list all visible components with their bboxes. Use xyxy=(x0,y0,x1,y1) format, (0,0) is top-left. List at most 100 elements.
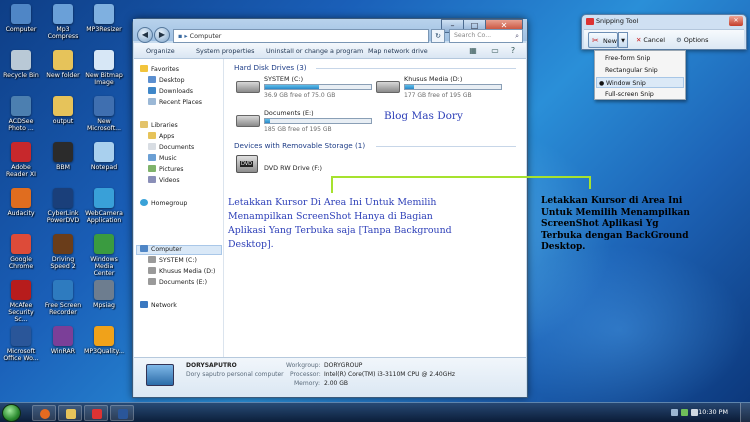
new-snip-button[interactable]: ✂ New xyxy=(588,32,618,48)
drive-usage-fill xyxy=(405,85,414,89)
volume-icon[interactable] xyxy=(691,409,698,416)
nav-computer[interactable]: Computer xyxy=(140,245,182,254)
desktop-icon-webcamera[interactable]: WebCamera Application xyxy=(84,188,124,224)
forward-button[interactable]: ▶ xyxy=(154,27,170,43)
desktop-icon-mcafee[interactable]: McAfee Security Sc... xyxy=(1,280,41,323)
selected-dot-icon: ● xyxy=(599,80,605,87)
hard-disk-group-header[interactable]: Hard Disk Drives (3) xyxy=(234,63,307,72)
organize-button[interactable]: Organize xyxy=(146,43,175,59)
nav-pictures[interactable]: Pictures xyxy=(148,165,184,174)
desktop-icon-label: Mp3 Compress xyxy=(47,26,79,40)
new-microsoft-icon xyxy=(94,96,114,116)
desktop-icon-computer[interactable]: Computer xyxy=(1,4,41,33)
options-button[interactable]: ⚙ Options xyxy=(676,32,708,48)
nav-documents[interactable]: Documents xyxy=(148,143,194,152)
command-bar: Organize System properties Uninstall or … xyxy=(134,43,526,59)
desktop-icon-winrar[interactable]: WinRAR xyxy=(43,326,83,355)
refresh-icon[interactable]: ↻ xyxy=(431,29,445,43)
desktop-icon-cyberlink[interactable]: CyberLink PowerDVD xyxy=(43,188,83,224)
desktop-icon-ms-office-word[interactable]: Microsoft Office Wo... xyxy=(1,326,41,362)
word-icon xyxy=(118,409,128,419)
desktop-icon-label: ACDSee Photo ... xyxy=(8,118,34,132)
output-icon xyxy=(53,96,73,116)
nav-libraries[interactable]: Libraries xyxy=(140,121,178,130)
desktop-icon-mp3-compress[interactable]: Mp3 Compress xyxy=(43,4,83,40)
desktop-icon-output[interactable]: output xyxy=(43,96,83,125)
address-bar[interactable]: ▪ ▸ Computer xyxy=(173,29,429,43)
uninstall-program-button[interactable]: Uninstall or change a program xyxy=(266,43,363,59)
desktop-icon-free-screen-recorder[interactable]: Free Screen Recorder xyxy=(43,280,83,316)
snipping-tool-window[interactable]: Snipping Tool ✕ ✂ New ▼ ✕ Cancel ⚙ Optio… xyxy=(581,14,747,50)
nav-music[interactable]: Music xyxy=(148,154,177,163)
desktop-icon-audacity[interactable]: Audacity xyxy=(1,188,41,217)
nav-apps[interactable]: Apps xyxy=(148,132,174,141)
clock[interactable]: 10:30 PM xyxy=(698,408,728,416)
computer-icon xyxy=(140,245,148,252)
nav-khusus-media-d[interactable]: Khusus Media (D:) xyxy=(148,267,215,276)
taskbar-firefox[interactable] xyxy=(32,405,56,421)
nav-desktop[interactable]: Desktop xyxy=(148,76,185,85)
desktop-icon-new-folder[interactable]: New folder xyxy=(43,50,83,79)
annotation-line: Desktop. xyxy=(541,242,586,252)
bbm-icon xyxy=(53,142,73,162)
adobe-reader-icon xyxy=(11,142,31,162)
nav-network[interactable]: Network xyxy=(140,301,177,310)
taskbar-explorer[interactable] xyxy=(58,405,82,421)
menu-item-full-screen[interactable]: Full-screen Snip xyxy=(596,89,684,100)
nav-recent-places[interactable]: Recent Places xyxy=(148,98,202,107)
desktop-icon-mp3quality[interactable]: MP3Quality... xyxy=(84,326,124,355)
start-button[interactable] xyxy=(2,404,21,422)
nav-videos[interactable]: Videos xyxy=(148,176,180,185)
desktop-icon-windows-media-center[interactable]: Windows Media Center xyxy=(84,234,124,277)
desktop-icon-adobe-reader[interactable]: Adobe Reader XI xyxy=(1,142,41,178)
annotation-connector xyxy=(331,176,333,193)
cancel-button[interactable]: ✕ Cancel xyxy=(636,32,665,48)
nav-system-c[interactable]: SYSTEM (C:) xyxy=(148,256,197,265)
preview-pane-icon[interactable]: ▭ xyxy=(490,46,500,56)
annotation-line: Menampilkan ScreenShot Hanya di Bagian xyxy=(228,211,433,222)
search-input[interactable]: Search Co... ⌕ xyxy=(449,29,523,43)
annotation-line: Terbuka dengan BackGround xyxy=(541,230,689,241)
desktop-icon-mp3resizer[interactable]: MP3Resizer xyxy=(84,4,124,33)
mp3-compress-icon xyxy=(53,4,73,24)
taskbar-word[interactable] xyxy=(110,405,134,421)
close-button[interactable]: ✕ xyxy=(729,16,743,26)
menu-item-free-form[interactable]: Free-form Snip xyxy=(596,53,684,64)
desktop-icon-notepad[interactable]: Notepad xyxy=(84,142,124,171)
removable-storage-group-header[interactable]: Devices with Removable Storage (1) xyxy=(234,141,365,150)
desktop-icon-recycle-bin[interactable]: Recycle Bin xyxy=(1,50,41,79)
nav-favorites[interactable]: Favorites xyxy=(140,65,179,74)
view-options-icon[interactable]: ▦ xyxy=(468,46,478,56)
nav-downloads[interactable]: Downloads xyxy=(148,87,193,96)
snip-mode-dropdown[interactable]: ▼ xyxy=(618,32,628,48)
drive-usage-fill xyxy=(265,85,320,89)
annotation-line: ScreenShot Aplikasi Yg xyxy=(541,219,659,229)
menu-item-window-snip[interactable]: ● Window Snip xyxy=(596,77,684,88)
computer-icon xyxy=(146,364,174,386)
drive-usage-bar xyxy=(264,118,372,124)
desktop-icon-mpsiag[interactable]: Mpsiag xyxy=(84,280,124,309)
desktop-icon-acdsee[interactable]: ACDSee Photo ... xyxy=(1,96,41,132)
annotation-line: Letakkan Kursor di Area Ini xyxy=(541,196,683,206)
desktop-icon-google-chrome[interactable]: Google Chrome xyxy=(1,234,41,270)
back-button[interactable]: ◀ xyxy=(137,27,153,43)
menu-item-rectangular[interactable]: Rectangular Snip xyxy=(596,65,684,76)
desktop-icon-driving-speed[interactable]: Driving Speed 2 xyxy=(43,234,83,270)
map-network-drive-button[interactable]: Map network drive xyxy=(368,43,428,59)
memory-value: 2.00 GB xyxy=(324,380,349,387)
annotation-window-area: Letakkan Kursor Di Area Ini Untuk Memili… xyxy=(228,196,452,252)
nav-homegroup[interactable]: Homegroup xyxy=(140,199,187,208)
flag-icon[interactable] xyxy=(671,409,678,416)
desktop-icon-new-microsoft[interactable]: New Microsoft... xyxy=(84,96,124,132)
desktop-icon-bbm[interactable]: BBM xyxy=(43,142,83,171)
network-icon[interactable] xyxy=(681,409,688,416)
nav-documents-e[interactable]: Documents (E:) xyxy=(148,278,207,287)
taskbar-snipping-tool[interactable] xyxy=(84,405,108,421)
desktop-icon-new-bitmap-image[interactable]: New Bitmap Image xyxy=(84,50,124,86)
help-icon[interactable]: ? xyxy=(508,46,518,56)
system-properties-button[interactable]: System properties xyxy=(196,43,254,59)
show-desktop-button[interactable] xyxy=(740,403,750,422)
annotation-line: Letakkan Kursor Di Area Ini Untuk Memili… xyxy=(228,197,437,208)
annotation-connector xyxy=(589,176,591,189)
drive-name: SYSTEM (C:) xyxy=(264,75,304,83)
